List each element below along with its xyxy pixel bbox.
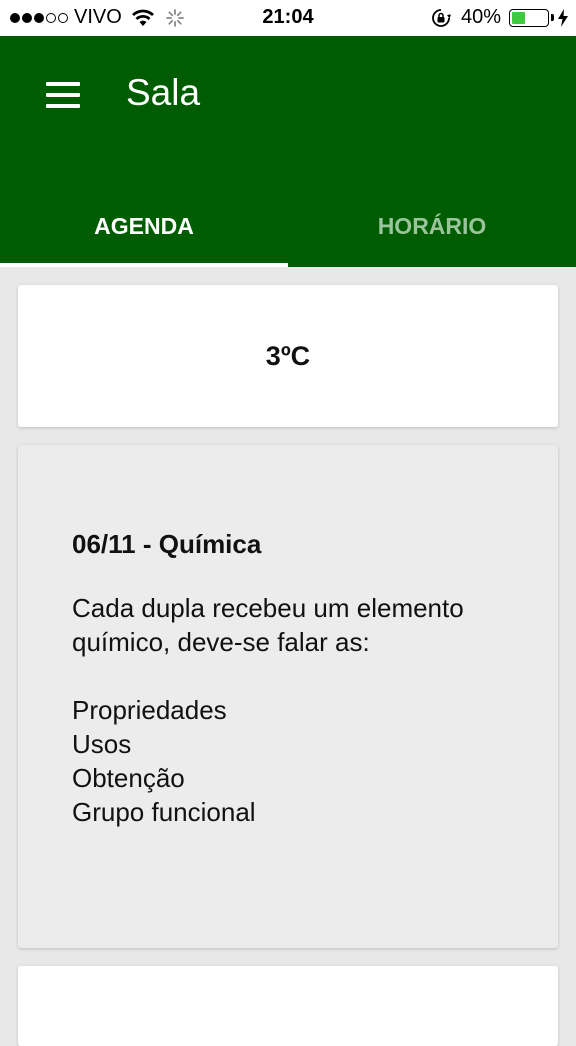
battery-icon bbox=[509, 8, 549, 27]
next-card[interactable] bbox=[18, 966, 558, 1046]
tab-agenda-label: AGENDA bbox=[94, 213, 194, 239]
tab-bar: AGENDA HORÁRIO bbox=[0, 186, 576, 267]
tab-agenda[interactable]: AGENDA bbox=[0, 186, 288, 267]
agenda-item: Propriedades bbox=[72, 695, 227, 725]
agenda-body: Cada dupla recebeu um elemento químico, … bbox=[72, 591, 504, 829]
tab-horario[interactable]: HORÁRIO bbox=[288, 186, 576, 267]
status-bar: VIVO 21:04 40% bbox=[0, 0, 576, 36]
tab-horario-label: HORÁRIO bbox=[377, 213, 487, 239]
weather-card: 3ºC bbox=[18, 285, 558, 427]
rotation-lock-icon bbox=[432, 8, 451, 27]
agenda-item: Obtenção bbox=[72, 763, 185, 793]
agenda-item: Usos bbox=[72, 729, 132, 759]
menu-icon[interactable] bbox=[46, 82, 80, 108]
agenda-card[interactable]: 06/11 - Química Cada dupla recebeu um el… bbox=[18, 445, 558, 948]
charging-bolt-icon bbox=[558, 8, 568, 27]
agenda-description: Cada dupla recebeu um elemento químico, … bbox=[72, 593, 464, 657]
battery-percent: 40% bbox=[460, 6, 501, 28]
temperature-value: 3ºC bbox=[265, 340, 311, 371]
page-title: Sala bbox=[126, 72, 201, 113]
agenda-title: 06/11 - Química bbox=[72, 529, 262, 559]
app-bar: Sala AGENDA HORÁRIO bbox=[0, 36, 576, 267]
active-tab-indicator bbox=[0, 263, 288, 267]
agenda-item: Grupo funcional bbox=[72, 797, 256, 827]
status-bar-right: 40% bbox=[431, 6, 568, 29]
